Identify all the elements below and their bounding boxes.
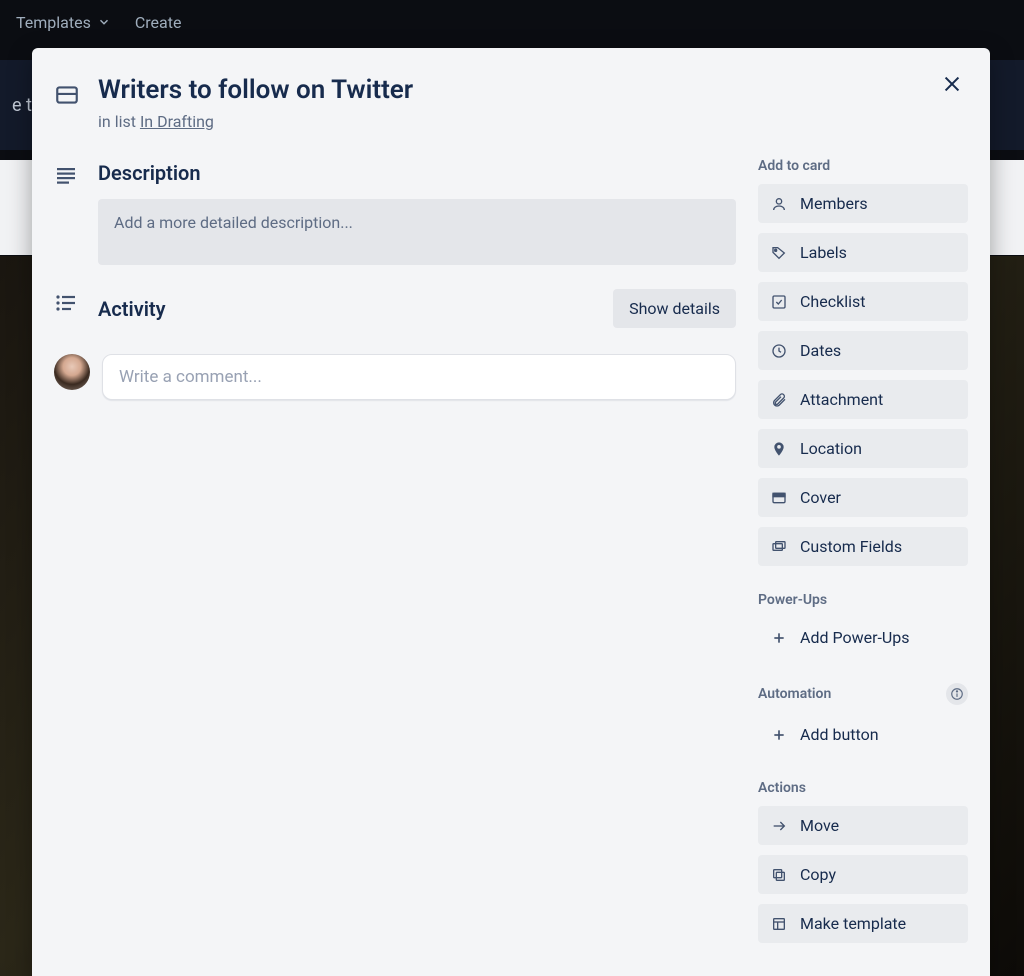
labels-button[interactable]: Labels xyxy=(758,233,968,272)
power-ups-heading: Power-Ups xyxy=(758,592,968,608)
list-link[interactable]: In Drafting xyxy=(140,112,214,131)
make-template-button[interactable]: Make template xyxy=(758,904,968,943)
checklist-button[interactable]: Checklist xyxy=(758,282,968,321)
cover-button[interactable]: Cover xyxy=(758,478,968,517)
activity-heading: Activity xyxy=(98,297,166,321)
show-details-button[interactable]: Show details xyxy=(613,289,736,328)
move-label: Move xyxy=(800,816,839,835)
location-button[interactable]: Location xyxy=(758,429,968,468)
make-template-label: Make template xyxy=(800,914,906,933)
copy-icon xyxy=(771,867,787,883)
app-topbar: Templates Create xyxy=(0,0,1024,44)
activity-icon xyxy=(54,291,78,315)
add-power-ups-label: Add Power-Ups xyxy=(800,628,910,647)
labels-label: Labels xyxy=(800,243,847,262)
main-column: Writers to follow on Twitter in list In … xyxy=(54,66,736,976)
arrow-right-icon xyxy=(771,818,787,834)
custom-fields-button[interactable]: Custom Fields xyxy=(758,527,968,566)
members-icon xyxy=(771,196,787,212)
cover-icon xyxy=(771,490,787,506)
card-icon xyxy=(54,82,80,108)
members-button[interactable]: Members xyxy=(758,184,968,223)
attachment-icon xyxy=(771,392,787,408)
plus-icon xyxy=(771,727,787,743)
location-icon xyxy=(771,441,787,457)
cover-label: Cover xyxy=(800,488,841,507)
dates-label: Dates xyxy=(800,341,841,360)
description-placeholder: Add a more detailed description... xyxy=(114,213,353,232)
topbar-create[interactable]: Create xyxy=(135,13,182,32)
in-list-prefix: in list xyxy=(98,112,140,131)
checklist-icon xyxy=(771,294,787,310)
move-button[interactable]: Move xyxy=(758,806,968,845)
sidebar: Add to card Members Labels Checklist Dat… xyxy=(758,66,968,976)
automation-info-button[interactable] xyxy=(946,683,968,705)
attachment-button[interactable]: Attachment xyxy=(758,380,968,419)
template-icon xyxy=(771,916,787,932)
comment-placeholder: Write a comment... xyxy=(119,367,262,387)
card-modal: Writers to follow on Twitter in list In … xyxy=(32,48,990,976)
info-icon xyxy=(950,687,964,701)
members-label: Members xyxy=(800,194,868,213)
automation-heading: Automation xyxy=(758,686,831,702)
attachment-label: Attachment xyxy=(800,390,883,409)
avatar[interactable] xyxy=(54,354,90,390)
add-button-label: Add button xyxy=(800,725,879,744)
plus-icon xyxy=(771,630,787,646)
close-button[interactable] xyxy=(934,66,970,102)
dates-button[interactable]: Dates xyxy=(758,331,968,370)
copy-label: Copy xyxy=(800,865,836,884)
description-heading: Description xyxy=(98,161,736,185)
add-to-card-heading: Add to card xyxy=(758,158,968,174)
dates-icon xyxy=(771,343,787,359)
chevron-down-icon xyxy=(97,15,111,29)
custom-fields-label: Custom Fields xyxy=(800,537,902,556)
description-icon xyxy=(54,163,78,187)
location-label: Location xyxy=(800,439,862,458)
add-power-ups-button[interactable]: Add Power-Ups xyxy=(758,618,968,657)
card-list-location: in list In Drafting xyxy=(98,112,736,131)
topbar-templates-label: Templates xyxy=(16,13,91,32)
topbar-templates[interactable]: Templates xyxy=(16,13,111,32)
description-input[interactable]: Add a more detailed description... xyxy=(98,199,736,265)
topbar-create-label: Create xyxy=(135,13,182,32)
close-icon xyxy=(941,73,963,95)
add-button-button[interactable]: Add button xyxy=(758,715,968,754)
actions-heading: Actions xyxy=(758,780,968,796)
custom-fields-icon xyxy=(771,539,787,555)
comment-input[interactable]: Write a comment... xyxy=(102,354,736,400)
labels-icon xyxy=(771,245,787,261)
checklist-label: Checklist xyxy=(800,292,865,311)
copy-button[interactable]: Copy xyxy=(758,855,968,894)
card-title[interactable]: Writers to follow on Twitter xyxy=(98,74,413,108)
